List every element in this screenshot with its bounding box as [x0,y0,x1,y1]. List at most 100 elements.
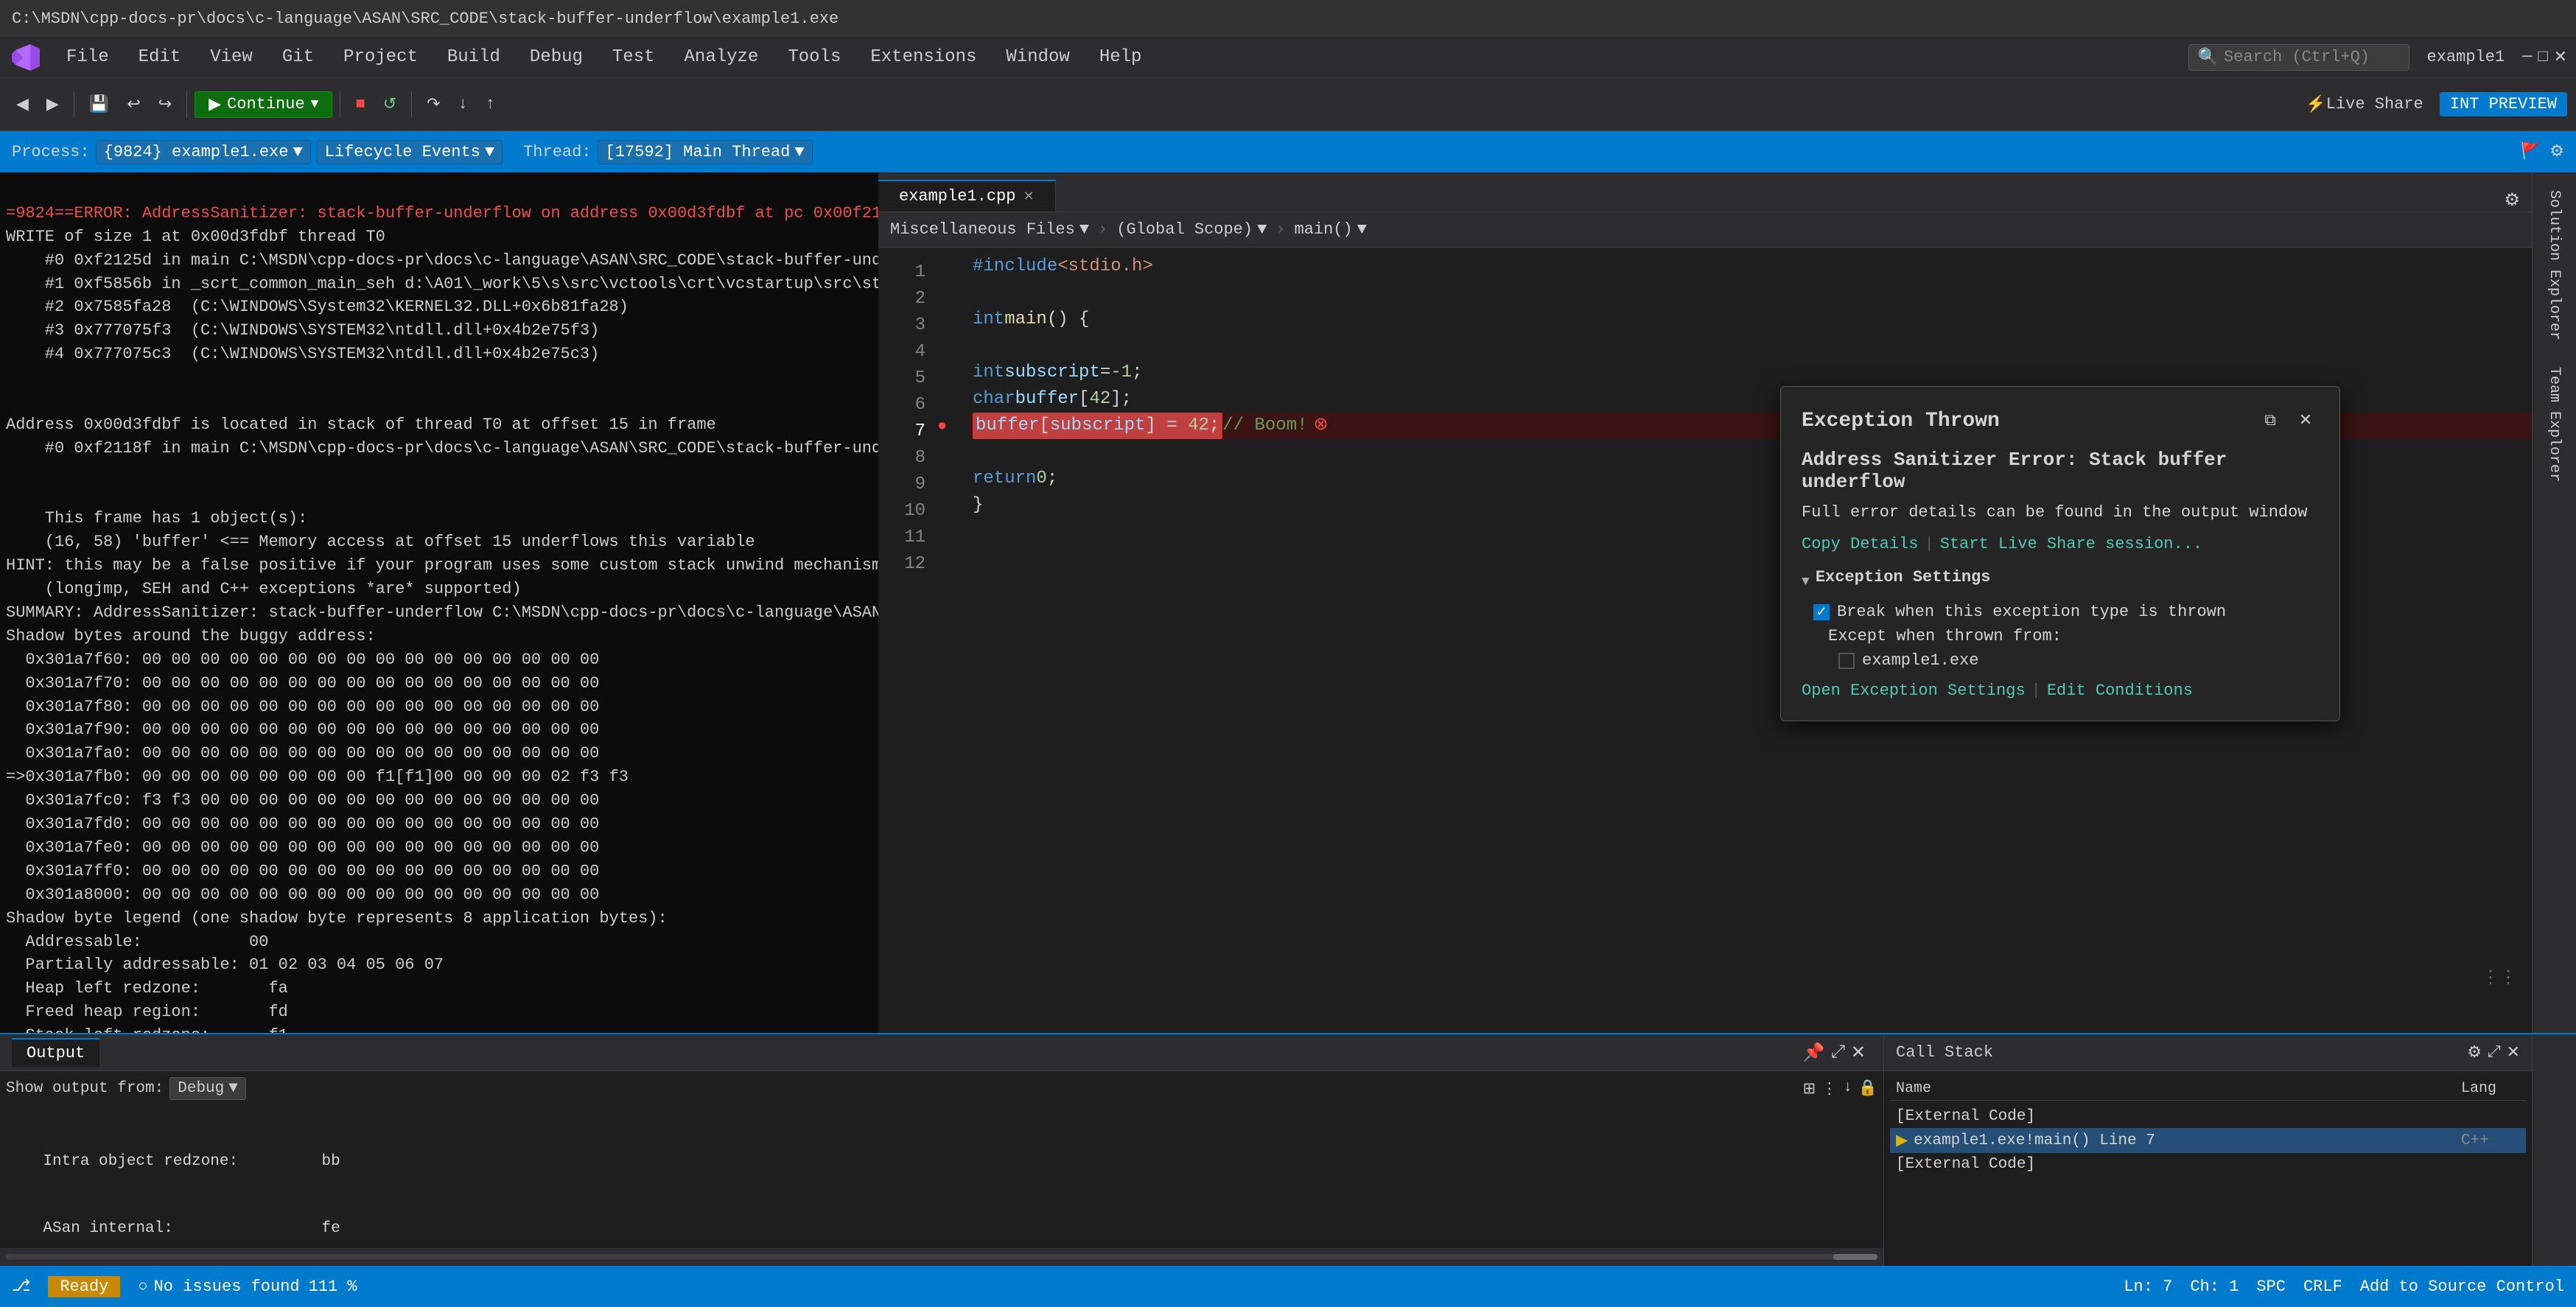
output-toolbar-btn-4[interactable]: 🔒 [1858,1079,1877,1098]
editor-tab-example1[interactable]: example1.cpp ✕ [878,180,1056,211]
breadcrumb-folder-text: Miscellaneous Files [890,220,1075,239]
process-dropdown[interactable]: {9824} example1.exe ▼ [96,140,311,164]
toolbar-save[interactable]: 💾 [82,92,116,117]
call-stack-expand-icon[interactable]: ⤢ [2488,1043,2501,1062]
terminal-line-4: #1 0xf5856b in _scrt_common_main_seh d:\… [6,275,878,293]
breadcrumb-scope[interactable]: (Global Scope) ▼ [1116,220,1267,239]
exception-sub-checkbox[interactable] [1838,653,1855,669]
git-branch[interactable]: ⎇ [12,1277,30,1296]
menu-analyze[interactable]: Analyze [671,43,772,71]
toolbar-step-into[interactable]: ↓ [451,92,475,116]
breadcrumb-scope-icon: ▼ [1257,220,1267,239]
output-toolbar-btn-2[interactable]: ⋮ [1821,1079,1837,1098]
thread-value: [17592] Main Thread [606,143,791,161]
menu-test[interactable]: Test [599,43,668,71]
terminal-legend-fd: Freed heap region: fd [6,1003,288,1021]
minimize-btn[interactable]: ─ [2522,48,2532,67]
continue-button[interactable]: ▶ Continue ▼ [195,91,332,118]
output-source-dropdown[interactable]: Debug ▼ [169,1077,246,1100]
call-stack-settings-icon[interactable]: ⚙ [2467,1043,2482,1062]
edit-conditions-link[interactable]: Edit Conditions [2047,681,2193,700]
settings-icon[interactable]: ⚙ [2504,189,2520,211]
tab-close-btn[interactable]: ✕ [1023,189,1034,205]
terminal-shadow-1: 0x301a7f60: 00 00 00 00 00 00 00 00 00 0… [6,651,599,669]
call-stack-row-2[interactable]: [External Code] [1890,1153,2526,1176]
terminal-line-7: #4 0x777075c3 (C:\WINDOWS\SYSTEM32\ntdll… [6,345,599,363]
toolbar-restart[interactable]: ↺ [376,92,404,117]
output-expand-icon[interactable]: ⤢ [1831,1043,1845,1063]
toolbar-sep-4 [411,91,412,118]
toolbar-back[interactable]: ◀ [9,92,36,117]
toolbar-redo[interactable]: ↪ [151,92,179,117]
exception-footer-divider: | [2031,681,2041,700]
exception-checkbox[interactable]: ✓ [1813,604,1830,620]
menu-view[interactable]: View [197,43,266,71]
menu-help[interactable]: Help [1086,43,1155,71]
menu-edit[interactable]: Edit [125,43,195,71]
menu-debug[interactable]: Debug [517,43,596,71]
call-stack-row-0[interactable]: [External Code] [1890,1105,2526,1128]
start-liveshare-link[interactable]: Start Live Share session... [1940,535,2202,553]
toolbar-debug-stop[interactable]: ■ [348,92,372,116]
breadcrumb-folder[interactable]: Miscellaneous Files ▼ [890,220,1089,239]
se-panel-side [2532,1034,2576,1266]
menu-file[interactable]: File [53,43,122,71]
error-indicator-icon: ● [937,414,947,438]
breadcrumb-function-icon: ▼ [1357,220,1367,239]
exception-minimize-btn[interactable]: ⧉ [2257,407,2283,434]
exception-body: Address Sanitizer Error: Stack buffer un… [1802,449,2319,553]
process-label: Process: [12,143,90,161]
menu-tools[interactable]: Tools [774,43,854,71]
output-tab[interactable]: Output [12,1038,99,1067]
terminal-hint-line: HINT: this may be a false positive if yo… [6,556,878,575]
exception-window-controls: ⧉ ✕ [2257,407,2319,434]
exception-error-title: Address Sanitizer Error: Stack buffer un… [1802,449,2319,493]
lifecycle-dropdown[interactable]: Lifecycle Events ▼ [317,140,503,164]
menu-window[interactable]: Window [993,43,1082,71]
terminal-legend-f1: Stack left redzone: f1 [6,1026,288,1033]
terminal-shadow-3: 0x301a7f80: 00 00 00 00 00 00 00 00 00 0… [6,698,599,716]
settings-icon[interactable]: ⚙ [2549,142,2564,161]
call-stack-row-1[interactable]: ▶ example1.exe!main() Line 7 C++ [1890,1128,2526,1153]
terminal-panel[interactable]: =9824==ERROR: AddressSanitizer: stack-bu… [0,172,878,1033]
add-source-control[interactable]: Add to Source Control [2360,1278,2564,1296]
output-toolbar-btn-1[interactable]: ⊞ [1803,1079,1816,1098]
breadcrumb-function-text: main() [1295,220,1353,239]
exception-settings-expand-icon[interactable] [1802,572,1810,590]
exception-sub-label: example1.exe [1862,651,1978,670]
breadcrumb-scope-text: (Global Scope) [1116,220,1253,239]
toolbar-step-out[interactable]: ↑ [478,92,503,116]
output-toolbar-btn-3[interactable]: ↓ [1843,1079,1852,1098]
exception-error-desc: Full error details can be found in the o… [1802,503,2319,522]
maximize-btn[interactable]: □ [2538,48,2547,67]
copy-details-link[interactable]: Copy Details [1802,535,1918,553]
ready-text: Ready [48,1276,120,1297]
toolbar-live-share[interactable]: ⚡ Live Share [2298,92,2430,117]
call-stack-close-icon[interactable]: ✕ [2507,1043,2520,1062]
toolbar-step-over[interactable]: ↷ [419,92,447,117]
toolbar-forward[interactable]: ▶ [39,92,66,117]
menu-build[interactable]: Build [434,43,514,71]
no-issues-text: No issues found [154,1278,300,1296]
exception-title-bar: Exception Thrown ⧉ ✕ [1802,407,2319,434]
debug-bar: Process: {9824} example1.exe ▼ Lifecycle… [0,131,2576,172]
menu-git[interactable]: Git [269,43,327,71]
toolbar-undo[interactable]: ↩ [119,92,147,117]
col-lang: Lang [2461,1080,2520,1097]
solution-explorer-tab[interactable]: Solution Explorer [2540,178,2569,352]
output-close-icon[interactable]: ✕ [1851,1042,1866,1064]
output-source-chevron: ▼ [228,1080,238,1097]
thread-dropdown[interactable]: [17592] Main Thread ▼ [598,140,813,164]
output-scrollbar[interactable] [0,1248,1883,1266]
search-box[interactable]: 🔍 Search (Ctrl+Q) [2188,44,2409,71]
close-btn[interactable]: ✕ [2554,48,2567,67]
open-exception-settings-link[interactable]: Open Exception Settings [1802,681,2026,700]
output-panel: Output 📌 ⤢ ✕ Show output from: Debug ▼ ⊞… [0,1034,1883,1266]
exception-close-btn[interactable]: ✕ [2292,407,2319,434]
team-explorer-tab[interactable]: Team Explorer [2540,355,2569,494]
breadcrumb-function[interactable]: main() ▼ [1295,220,1367,239]
menu-project[interactable]: Project [330,43,431,71]
menu-extensions[interactable]: Extensions [857,43,990,71]
output-pin-icon[interactable]: 📌 [1803,1042,1825,1064]
output-toolbar: Show output from: Debug ▼ ⊞ ⋮ ↓ 🔒 [6,1077,1877,1100]
